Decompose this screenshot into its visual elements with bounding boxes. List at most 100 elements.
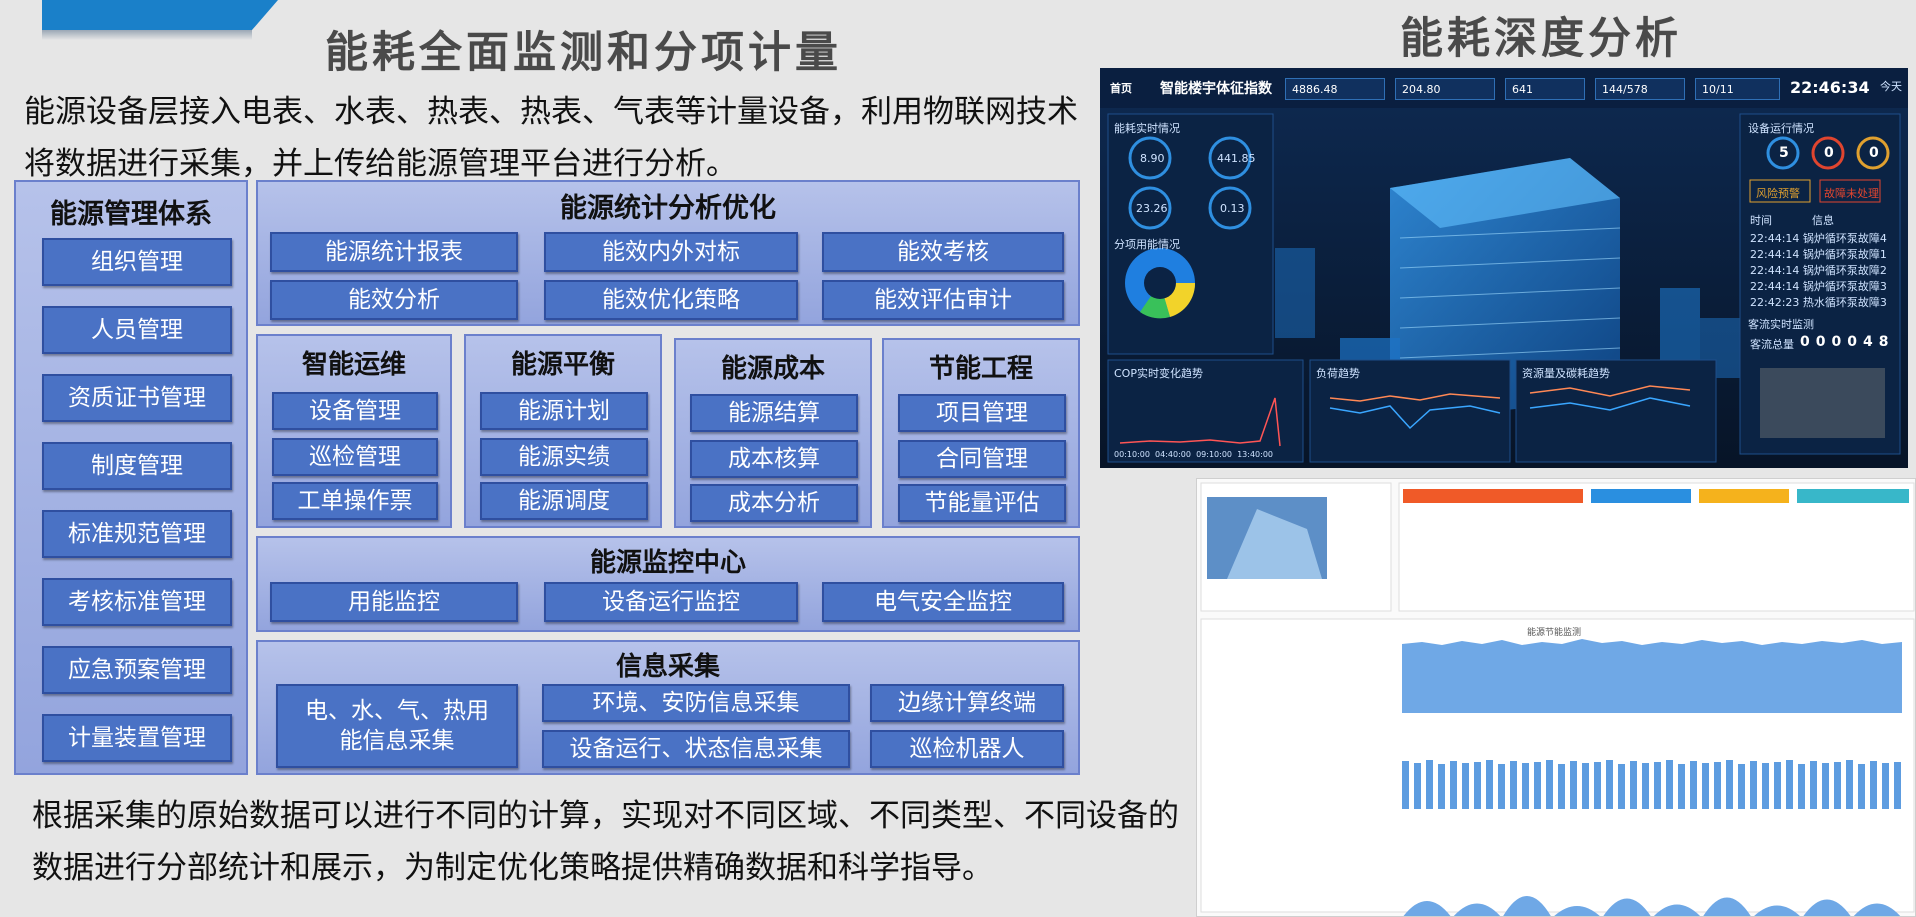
chip-energy-info-collect: 电、水、气、热用能信息采集 — [276, 684, 518, 768]
cell-info: 热水循环泵故障3 — [1802, 296, 1887, 309]
chip-benchmark: 能效内外对标 — [544, 232, 798, 272]
dashboard-clock: 22:46:34 — [1790, 78, 1870, 97]
cell-time: 22:44:14 — [1750, 232, 1800, 245]
alarm-label: 故障未处理 — [1824, 187, 1879, 200]
weather-label: 今天 — [1880, 80, 1902, 93]
digit: 4 — [1863, 334, 1879, 350]
dashboard-title: 智能楼宇体征指数 — [1160, 81, 1272, 97]
intro-paragraph: 能源设备层接入电表、水表、热表、热表、气表等计量设备，利用物联网技术将数据进行采… — [24, 94, 1078, 182]
table-row: 22:44:14 锅炉循环泵故障2 — [1750, 262, 1887, 278]
stat-box: 144/578 — [1595, 78, 1685, 100]
energy-report-screenshot: 能源节能监测 — [1196, 478, 1916, 917]
gauge-value: 0 — [1824, 145, 1834, 161]
chip-usage-monitor: 用能监控 — [270, 582, 518, 622]
stat-box: 10/11 — [1695, 78, 1780, 100]
stat-value: 144/578 — [1602, 82, 1648, 96]
chip-standard-mgmt: 标准规范管理 — [42, 510, 232, 558]
report-section-title: 能源节能监测 — [1527, 628, 1582, 638]
chip-saving-eval: 节能量评估 — [898, 484, 1066, 522]
chart-time-axis: 00:10:00 04:40:00 09:10:00 13:40:00 — [1114, 450, 1273, 459]
building-dashboard-screenshot: 首页 智能楼宇体征指数 4886.48 204.80 641 144/578 1… — [1100, 68, 1908, 468]
table-header-info: 信息 — [1812, 214, 1834, 227]
chip-device-status-collect: 设备运行、状态信息采集 — [542, 730, 850, 768]
gauge-value: 23.26 — [1136, 202, 1168, 215]
chip-cost-accounting: 成本核算 — [690, 440, 858, 478]
corner-accent — [42, 0, 278, 30]
chip-org-mgmt: 组织管理 — [42, 238, 232, 286]
stat-box: 641 — [1505, 78, 1585, 100]
chip-electric-safety-monitor: 电气安全监控 — [822, 582, 1064, 622]
table-row: 22:44:14 锅炉循环泵故障3 — [1750, 278, 1887, 294]
gauge-value: 441.85 — [1217, 152, 1256, 165]
chip-cost-analysis: 成本分析 — [690, 484, 858, 522]
digit: 0 — [1831, 334, 1848, 350]
chip-contract-mgmt: 合同管理 — [898, 440, 1066, 478]
stat-value: 4886.48 — [1292, 82, 1338, 96]
digit: 0 — [1800, 334, 1816, 350]
panel-info-collection: 信息采集 电、水、气、热用能信息采集 环境、安防信息采集 边缘计算终端 设备运行… — [256, 640, 1080, 775]
cell-time: 22:44:14 — [1750, 248, 1800, 261]
gauge-value: 8.90 — [1140, 152, 1165, 165]
panel-energy-cost: 能源成本 能源结算 成本核算 成本分析 — [674, 338, 872, 528]
chip-efficiency-exam: 能效考核 — [822, 232, 1064, 272]
gauge-value: 0 — [1869, 145, 1879, 161]
chart-title-resource: 资源量及碳耗趋势 — [1522, 367, 1610, 380]
chip-efficiency-analysis: 能效分析 — [270, 280, 518, 320]
corner-shadow — [42, 30, 252, 40]
energy-architecture-diagram: 能源管理体系 组织管理 人员管理 资质证书管理 制度管理 标准规范管理 考核标准… — [14, 180, 1080, 775]
stat-value: 641 — [1512, 82, 1533, 96]
chip-device-mgmt: 设备管理 — [272, 392, 438, 430]
cell-info: 锅炉循环泵故障4 — [1802, 232, 1887, 245]
table-row: 22:44:14 锅炉循环泵故障4 — [1750, 230, 1887, 246]
digit: 0 — [1815, 334, 1832, 350]
panel-title: 能源管理体系 — [50, 199, 212, 230]
table-row: 22:42:23 热水循环泵故障3 — [1750, 294, 1887, 310]
chip-energy-dispatch: 能源调度 — [480, 482, 648, 520]
panel-title-subitem-energy: 分项用能情况 — [1114, 238, 1180, 251]
flow-total-label: 客流总量 — [1750, 338, 1794, 351]
panel-energy-balance: 能源平衡 能源计划 能源实绩 能源调度 — [464, 334, 662, 528]
stat-value: 204.80 — [1402, 82, 1441, 96]
panel-energy-mgmt: 能源管理体系 组织管理 人员管理 资质证书管理 制度管理 标准规范管理 考核标准… — [14, 180, 248, 775]
panel-title: 信息采集 — [615, 652, 720, 682]
chip-stats-report: 能源统计报表 — [270, 232, 518, 272]
digit: 8 — [1878, 334, 1895, 350]
cell-info: 锅炉循环泵故障3 — [1802, 280, 1887, 293]
dashboard-home-link: 首页 — [1110, 82, 1132, 95]
flow-digits: 000048 — [1800, 334, 1895, 350]
chip-project-mgmt: 项目管理 — [898, 394, 1066, 432]
chip-edge-terminal: 边缘计算终端 — [870, 684, 1064, 722]
panel-title-visitor-flow: 客流实时监测 — [1748, 318, 1814, 331]
chip-work-order: 工单操作票 — [272, 482, 438, 520]
tick: 09:10:00 — [1196, 450, 1232, 459]
chip-assessment-mgmt: 考核标准管理 — [42, 578, 232, 626]
chip-patrol-mgmt: 巡检管理 — [272, 438, 438, 476]
panel-title: 智能运维 — [301, 350, 406, 380]
table-header-time: 时间 — [1750, 214, 1772, 227]
cell-info: 锅炉循环泵故障2 — [1802, 264, 1887, 277]
chip-patrol-robot: 巡检机器人 — [870, 730, 1064, 768]
panel-title-device-status: 设备运行情况 — [1748, 122, 1814, 135]
panel-title: 节能工程 — [928, 354, 1033, 384]
tick: 04:40:00 — [1155, 450, 1191, 459]
chip-cert-mgmt: 资质证书管理 — [42, 374, 232, 422]
gauge-value: 5 — [1779, 145, 1789, 161]
chip-energy-plan: 能源计划 — [480, 392, 648, 430]
panel-title: 能源监控中心 — [589, 548, 746, 578]
panel-title-energy-realtime: 能耗实时情况 — [1114, 122, 1180, 135]
chart-title-load: 负荷趋势 — [1316, 367, 1360, 380]
chip-device-run-monitor: 设备运行监控 — [544, 582, 798, 622]
panel-title: 能源统计分析优化 — [560, 193, 776, 224]
chip-policy-mgmt: 制度管理 — [42, 442, 232, 490]
stat-box: 204.80 — [1395, 78, 1495, 100]
panel-title: 能源平衡 — [510, 350, 615, 380]
chip-optimize-strategy: 能效优化策略 — [544, 280, 798, 320]
chart-title-cop: COP实时变化趋势 — [1114, 367, 1203, 380]
section-title-left: 能耗全面监测和分项计量 — [325, 28, 842, 78]
panel-energy-stats: 能源统计分析优化 能源统计报表 能效内外对标 能效考核 能效分析 能效优化策略 … — [256, 180, 1080, 326]
chip-staff-mgmt: 人员管理 — [42, 306, 232, 354]
chip-audit: 能效评估审计 — [822, 280, 1064, 320]
cell-time: 22:44:14 — [1750, 280, 1800, 293]
chip-emergency-mgmt: 应急预案管理 — [42, 646, 232, 694]
tick: 13:40:00 — [1237, 450, 1274, 459]
